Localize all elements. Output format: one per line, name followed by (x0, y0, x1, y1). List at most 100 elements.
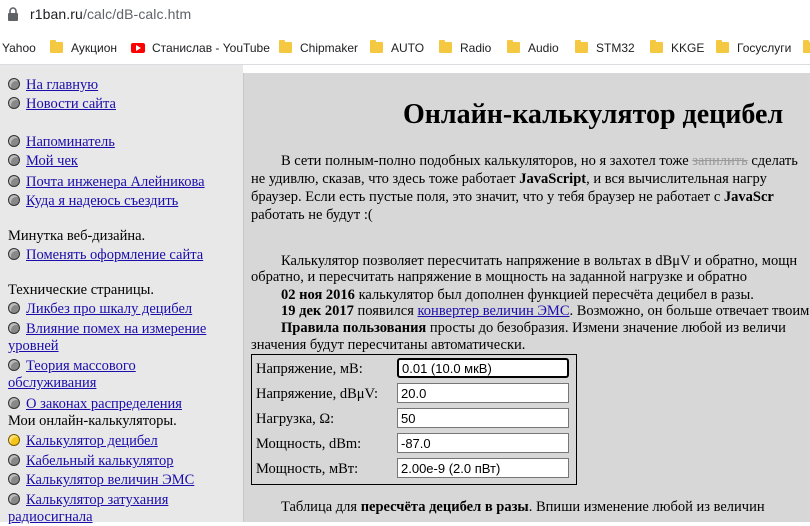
bold-text: Правила пользования (281, 320, 427, 336)
folder-icon (650, 40, 663, 53)
bookmark-stm32[interactable]: STM32 (575, 40, 635, 56)
bookmark-auction[interactable]: Аукцион (50, 40, 117, 56)
bookmark-chipmaker[interactable]: Chipmaker (279, 40, 358, 56)
url-text[interactable]: r1ban.ru/calc/dB-calc.htm (30, 6, 191, 22)
bookmark-kkge[interactable]: KKGE (650, 40, 704, 56)
nav-heading-webdesign: Минутка веб-дизайна. (8, 228, 146, 244)
bold-text: JavaScript (519, 171, 587, 187)
text: калькулятор был дополнен функцией пересч… (354, 287, 754, 303)
bold-text: пересчёта децибел в разы (360, 499, 529, 515)
nav-link[interactable]: Мой чек (26, 153, 78, 169)
nav-item-chek[interactable]: Мой чек (8, 153, 78, 170)
bookmark-auto[interactable]: AUTO (370, 40, 424, 56)
voltage-dbuv-input[interactable] (397, 383, 569, 403)
nav-link[interactable]: Куда я надеюсь съездить (26, 193, 178, 209)
nav-item-cable-calc[interactable]: Кабельный калькулятор (8, 453, 174, 470)
power-mw-input[interactable] (397, 458, 569, 478)
bookmark-label: Chipmaker (300, 41, 359, 55)
nav-link[interactable]: Теория массового обслуживания (8, 358, 136, 391)
nav-link[interactable]: Калькулятор децибел (26, 433, 158, 449)
bookmark-yahoo[interactable]: Yahoo (2, 40, 36, 56)
nav-link[interactable]: Влияние помех на измерение уровней (8, 321, 206, 354)
update-note-2: 19 дек 2017 появился конвертер величин Э… (281, 303, 809, 320)
nav-item-home[interactable]: На главную (8, 77, 98, 94)
bullet-icon (8, 248, 20, 260)
bookmark-radio[interactable]: Radio (439, 40, 491, 56)
text: просты до безобразия. Измени значение лю… (426, 320, 786, 336)
bold-text: JavaScr (723, 189, 774, 205)
nav-link[interactable]: Поменять оформление сайта (26, 247, 203, 263)
text: . Впиши изменение любой из величин (528, 499, 765, 515)
emc-converter-link[interactable]: конвертер величин ЭМС (418, 303, 570, 319)
bullet-icon (8, 194, 20, 206)
nav-item-news[interactable]: Новости сайта (8, 96, 116, 113)
nav-item-interference[interactable]: Влияние помех на измерение уровней (8, 321, 238, 355)
bookmark-label: Yahoo (2, 41, 36, 55)
nav-item-mail[interactable]: Почта инженера Алейникова (8, 174, 205, 191)
nav-link[interactable]: Ликбез про шкалу децибел (26, 301, 192, 317)
rules-line-1: Правила пользования просты до безобразия… (281, 320, 786, 337)
nav-item-emc-calc[interactable]: Калькулятор величин ЭМС (8, 472, 194, 489)
bullet-icon (8, 397, 20, 409)
lock-icon[interactable] (7, 7, 19, 21)
folder-icon (575, 40, 588, 53)
text: В сети полным-полно подобных калькулятор… (281, 153, 693, 169)
intro-line-3: браузер. Если есть пустые поля, это знач… (251, 189, 774, 206)
bookmark-label: STM32 (596, 41, 635, 55)
bookmark-gosuslugi[interactable]: Госуслуги (716, 40, 791, 56)
nav-link[interactable]: Почта инженера Алейникова (26, 174, 205, 190)
bullet-icon (8, 135, 20, 147)
bookmark-audio[interactable]: Audio (507, 40, 559, 56)
nav-item-distribution[interactable]: О законах распределения (8, 396, 182, 413)
nav-item-queue-theory[interactable]: Теория массового обслуживания (8, 358, 158, 392)
bookmark-youtube[interactable]: Станислав - YouTube (131, 40, 270, 56)
bullet-icon (8, 454, 20, 466)
voltage-mv-input[interactable] (397, 358, 569, 378)
nav-item-attenuation-calc[interactable]: Калькулятор затухания радиосигнала (8, 492, 238, 526)
nav-link[interactable]: Калькулятор затухания радиосигнала (8, 492, 168, 525)
nav-item-travel[interactable]: Куда я надеюсь съездить (8, 193, 178, 210)
text: появился (353, 303, 418, 319)
nav-item-likbez[interactable]: Ликбез про шкалу децибел (8, 301, 192, 318)
bullet-icon (8, 359, 20, 371)
bookmark-label: AUTO (391, 41, 425, 55)
folder-icon (803, 40, 810, 53)
nav-heading-tech: Технические страницы. (8, 282, 154, 298)
web-page: На главную Новости сайта Напоминатель Мо… (0, 65, 810, 525)
text: не удивлю, сказав, что здесь тоже работа… (251, 171, 520, 187)
active-bullet-icon (8, 434, 20, 446)
nav-link[interactable]: Калькулятор величин ЭМС (26, 472, 194, 488)
power-dbm-input[interactable] (397, 433, 569, 453)
page-title: Онлайн-калькулятор децибел (403, 99, 784, 130)
address-bar[interactable]: r1ban.ru/calc/dB-calc.htm (0, 0, 810, 31)
url-path: /calc/dB-calc.htm (82, 6, 192, 22)
load-ohm-input[interactable] (397, 408, 569, 428)
bookmark-label: Госуслуги (737, 41, 792, 55)
bullet-icon (8, 493, 20, 505)
db-calculator-table: Напряжение, мВ: Напряжение, dBμV: Нагруз… (251, 354, 577, 485)
description-line-2: обратно, и пересчитать напряжение в мощн… (251, 269, 748, 285)
nav-item-reminder[interactable]: Напоминатель (8, 134, 115, 151)
nav-link[interactable]: О законах распределения (26, 396, 182, 412)
folder-icon (439, 40, 452, 53)
nav-link[interactable]: На главную (26, 77, 98, 93)
rules-line-2: значения будут пересчитаны автоматически… (251, 337, 526, 353)
nav-link[interactable]: Кабельный калькулятор (26, 453, 174, 469)
field-label: Мощность, dBm: (256, 436, 362, 452)
bookmark-overflow[interactable] (803, 40, 810, 56)
folder-icon (50, 40, 63, 53)
nav-item-db-calc[interactable]: Калькулятор децибел (8, 433, 158, 450)
bullet-icon (8, 302, 20, 314)
bullet-icon (8, 175, 20, 187)
nav-link[interactable]: Новости сайта (26, 96, 116, 112)
youtube-icon (131, 43, 145, 53)
folder-icon (279, 40, 292, 53)
ratio-table-intro: Таблица для пересчёта децибел в разы. Вп… (281, 499, 765, 516)
field-label: Напряжение, мВ: (256, 361, 363, 377)
bullet-icon (8, 97, 20, 109)
bookmark-label: Radio (460, 41, 492, 55)
nav-item-change-design[interactable]: Поменять оформление сайта (8, 247, 203, 264)
strikethrough-text: запилить (692, 153, 748, 169)
main-content: Онлайн-калькулятор децибел В сети полным… (243, 73, 810, 522)
nav-link[interactable]: Напоминатель (26, 134, 115, 150)
